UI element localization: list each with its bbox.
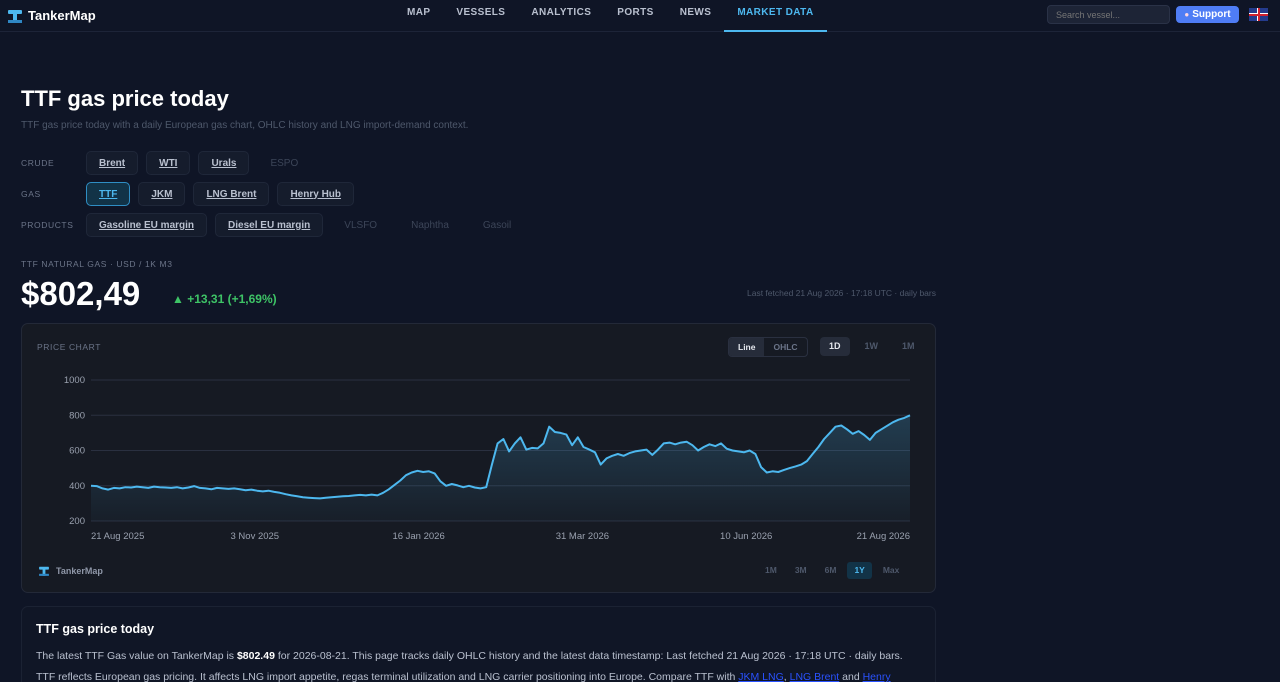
current-price: $802,49 (21, 275, 141, 312)
chip-espo: ESPO (270, 157, 299, 169)
range-1m-button[interactable]: 1M (758, 562, 784, 579)
price-chart-card: PRICE CHART Line OHLC 1D 1W 1M 1000 800 60… (21, 323, 936, 593)
nav-link-news[interactable]: NEWS (667, 0, 725, 32)
info-paragraph-2: TTF reflects European gas pricing. It af… (36, 671, 891, 682)
chip-gasoil: Gasoil (482, 219, 512, 231)
y-tick-label: 800 (69, 410, 85, 421)
tanker-logo-icon (8, 9, 22, 23)
instrument-label: TTF NATURAL GAS · USD / 1K M3 (21, 259, 173, 269)
link-henry-hub[interactable]: Henry (863, 671, 891, 682)
brand-name: TankerMap (28, 8, 96, 23)
chart-brand: TankerMap (56, 566, 103, 576)
x-tick-label: 10 Jun 2026 (720, 531, 772, 542)
last-fetched: Last fetched 21 Aug 2026 · 17:18 UTC · d… (746, 288, 936, 298)
x-tick-label: 31 Mar 2026 (556, 531, 609, 542)
gas-selector-row: GAS TTF JKM LNG Brent Henry Hub (21, 182, 362, 206)
top-navigation: TankerMap MAP VESSELS ANALYTICS PORTS NEWS MA… (0, 0, 1280, 32)
info-paragraph-1: The latest TTF Gas value on TankerMap is… (36, 650, 903, 662)
search-vessel-input[interactable] (1047, 5, 1170, 24)
price-change: ▲ +13,31 (+1,69%) (172, 292, 277, 306)
uk-flag-language-icon[interactable] (1249, 8, 1268, 21)
x-tick-label: 16 Jan 2026 (392, 531, 444, 542)
link-lng-brent[interactable]: LNG Brent (790, 671, 840, 682)
heart-icon: ● (1184, 10, 1190, 19)
x-tick-label: 3 Nov 2025 (231, 531, 280, 542)
range-1y-button[interactable]: 1Y (847, 562, 872, 579)
y-tick-label: 600 (69, 446, 85, 457)
tanker-logo-icon (39, 566, 49, 576)
y-tick-label: 400 (69, 481, 85, 492)
products-selector-row: PRODUCTS Gasoline EU margin Diesel EU ma… (21, 213, 532, 237)
link-jkm-lng[interactable]: JKM LNG (738, 671, 784, 682)
gas-label: GAS (21, 189, 41, 199)
page-subtitle: TTF gas price today with a daily Europea… (21, 120, 469, 131)
nav-link-map[interactable]: MAP (394, 0, 443, 32)
chart-watermark: TankerMap (37, 564, 103, 578)
support-button[interactable]: ● Support (1176, 6, 1239, 23)
range-max-button[interactable]: Max (876, 562, 907, 579)
info-card: TTF gas price today The latest TTF Gas v… (21, 606, 936, 682)
x-tick-label: 21 Aug 2025 (91, 531, 144, 542)
chip-brent[interactable]: Brent (86, 151, 139, 175)
chip-urals[interactable]: Urals (198, 151, 250, 175)
y-tick-label: 1000 (64, 375, 85, 386)
x-tick-label: 21 Aug 2026 (857, 531, 910, 542)
info-title: TTF gas price today (36, 622, 155, 636)
chip-vlsfo: VLSFO (344, 219, 378, 231)
crude-label: CRUDE (21, 158, 55, 168)
nav-link-market-data[interactable]: MARKET DATA (724, 0, 827, 32)
page-title: TTF gas price today (21, 86, 229, 111)
chip-naphtha: Naphtha (411, 219, 449, 231)
products-label: PRODUCTS (21, 220, 74, 230)
range-buttons: 1M 3M 6M 1Y Max (758, 562, 906, 579)
nav-links: MAP VESSELS ANALYTICS PORTS NEWS MARKET DATA (394, 0, 827, 32)
chip-diesel-eu-margin[interactable]: Diesel EU margin (215, 213, 324, 237)
range-6m-button[interactable]: 6M (818, 562, 844, 579)
nav-link-vessels[interactable]: VESSELS (443, 0, 518, 32)
range-3m-button[interactable]: 3M (788, 562, 814, 579)
chip-jkm[interactable]: JKM (138, 182, 186, 206)
crude-selector-row: CRUDE Brent WTI Urals ESPO (21, 151, 319, 175)
price-chart[interactable]: 1000 800 600 400 200 21 Aug 2025 3 Nov 2025 16 … (22, 324, 935, 592)
chip-gasoline-eu-margin[interactable]: Gasoline EU margin (86, 213, 208, 237)
chip-wti[interactable]: WTI (146, 151, 191, 175)
nav-link-ports[interactable]: PORTS (604, 0, 666, 32)
support-label: Support (1192, 9, 1231, 20)
chip-lng-brent[interactable]: LNG Brent (193, 182, 270, 206)
brand-logo[interactable]: TankerMap (8, 8, 96, 23)
chip-ttf[interactable]: TTF (86, 182, 131, 206)
nav-link-analytics[interactable]: ANALYTICS (518, 0, 604, 32)
y-tick-label: 200 (69, 516, 85, 527)
chip-henry-hub[interactable]: Henry Hub (277, 182, 355, 206)
